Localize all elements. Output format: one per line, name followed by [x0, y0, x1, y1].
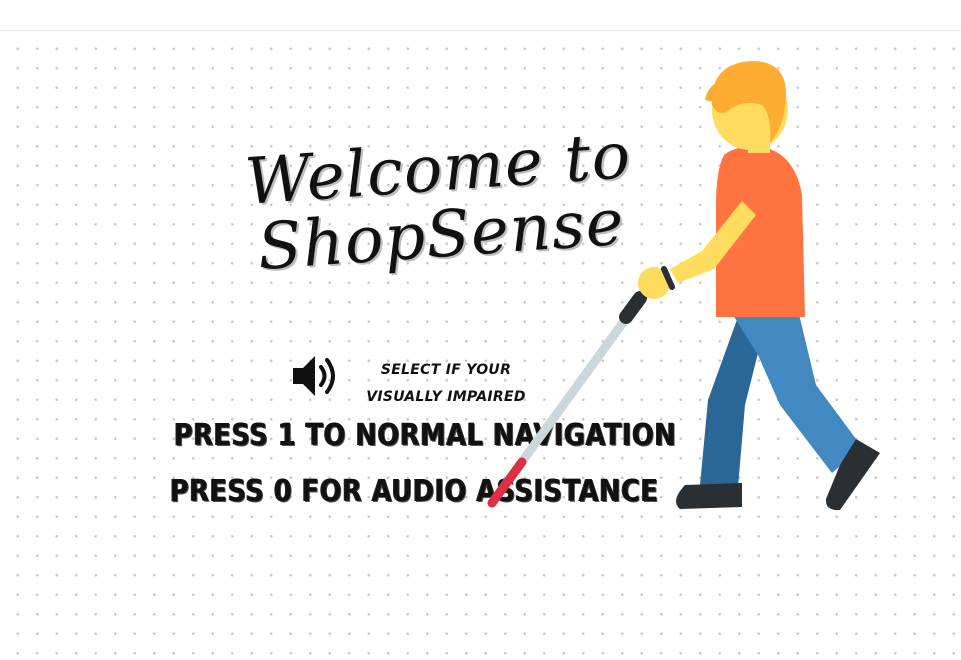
white-cane — [487, 291, 647, 508]
page: Welcome to ShopSense SELECT IF YOUR VISU… — [0, 0, 961, 660]
person-with-cane-illustration — [487, 61, 880, 511]
speaker-icon[interactable] — [290, 351, 344, 401]
top-bar — [0, 0, 961, 31]
